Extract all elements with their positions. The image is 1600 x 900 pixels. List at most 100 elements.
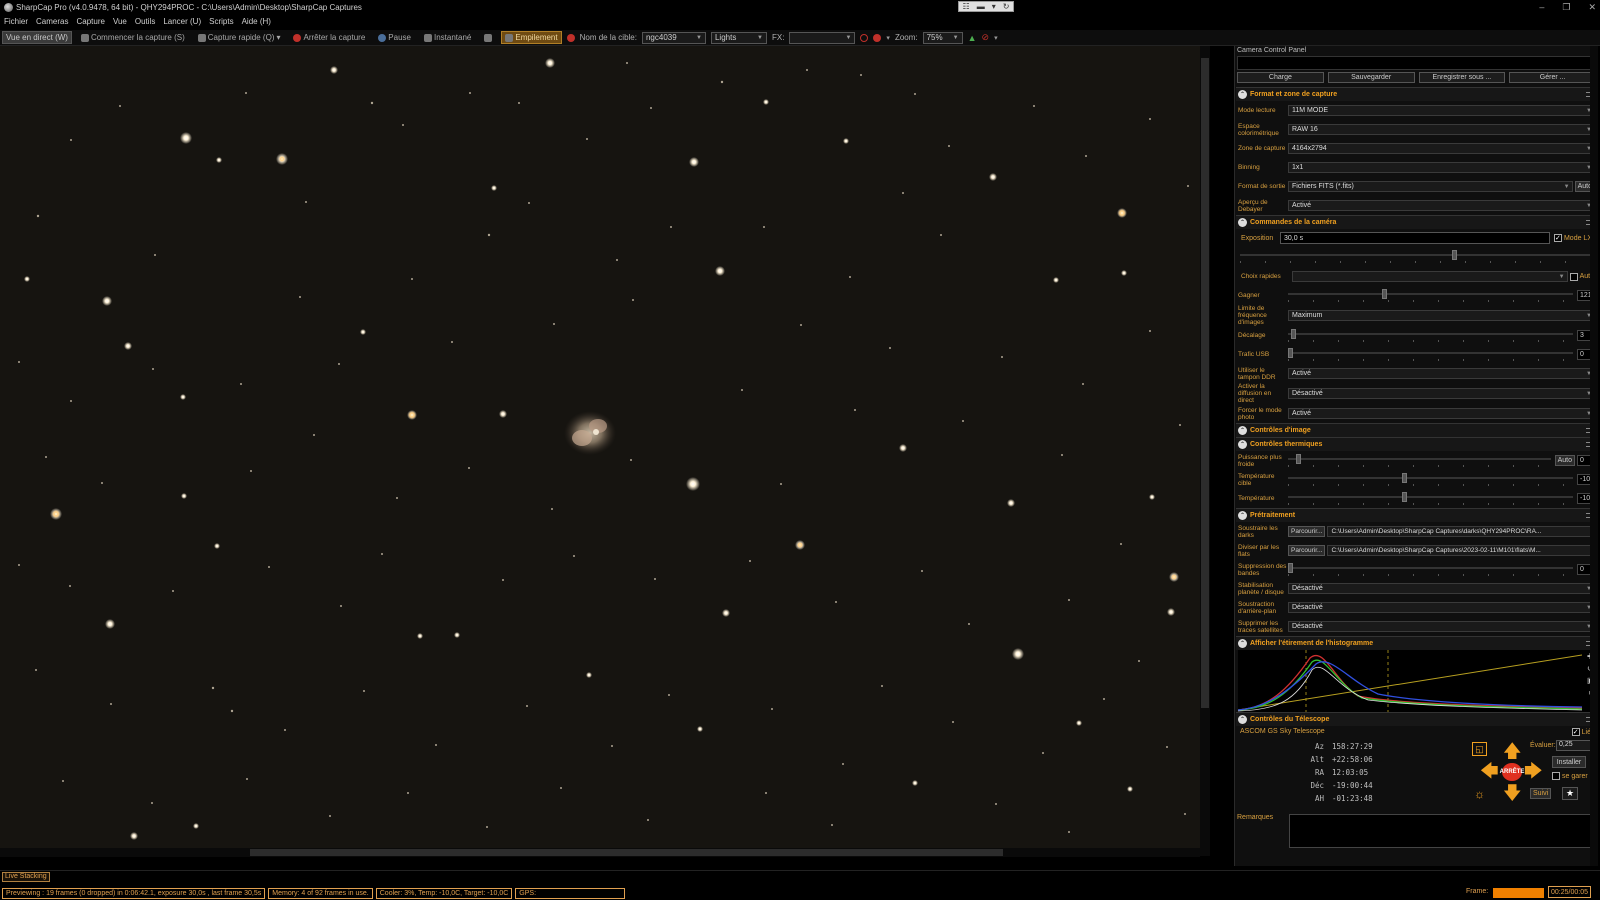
capture-area-select[interactable]: 4164x2794▼ bbox=[1288, 143, 1595, 154]
linked-checkbox[interactable]: ✓ bbox=[1571, 728, 1580, 736]
histogram-graph[interactable]: ✚ ↺ ▣ ◑ bbox=[1237, 650, 1595, 712]
live-view-button[interactable]: Vue en direct (W) bbox=[2, 31, 72, 44]
stop-capture-button[interactable]: Arrêter la capture bbox=[289, 31, 369, 44]
viewer-vertical-scroll-thumb[interactable] bbox=[1201, 58, 1209, 708]
menu-fichier[interactable]: Fichier bbox=[4, 17, 28, 26]
lx-mode-checkbox[interactable]: ✓ bbox=[1553, 234, 1562, 242]
rate-select[interactable]: 0,25 bbox=[1556, 740, 1592, 751]
load-profile-button[interactable]: Charge bbox=[1237, 72, 1324, 83]
readout-mode-select[interactable]: 11M MODE▼ bbox=[1288, 105, 1595, 116]
banding-suppression-slider[interactable] bbox=[1288, 562, 1573, 577]
chevron-down-icon[interactable]: ▾ bbox=[886, 34, 890, 42]
menu-aide[interactable]: Aide (H) bbox=[242, 17, 271, 26]
cooler-power-slider[interactable] bbox=[1288, 453, 1551, 468]
target-box-icon[interactable]: ◱ bbox=[1472, 742, 1487, 756]
chevron-down-icon[interactable]: ▾ bbox=[994, 34, 998, 42]
panel-scrollbar[interactable] bbox=[1590, 46, 1598, 866]
slew-west-button[interactable]: 🡄 bbox=[1480, 762, 1499, 780]
minus-icon[interactable]: ▬ bbox=[977, 2, 985, 11]
manage-profiles-button[interactable]: Gérer ... bbox=[1509, 72, 1596, 83]
collapse-icon[interactable]: ⌃ bbox=[1238, 218, 1247, 227]
setup-button[interactable]: Installer bbox=[1552, 756, 1586, 768]
pause-button[interactable]: Pause bbox=[374, 31, 415, 44]
collapse-icon[interactable]: ⌃ bbox=[1238, 511, 1247, 520]
flats-path-select[interactable]: C:\Users\Admin\Desktop\SharpCap Captures… bbox=[1327, 545, 1595, 556]
output-format-select[interactable]: Fichiers FITS (*.fits) ▼ bbox=[1288, 181, 1573, 192]
cooler-auto-button[interactable]: Auto bbox=[1554, 455, 1575, 466]
live-streaming-select[interactable]: Désactivé▼ bbox=[1288, 388, 1595, 399]
camera-controls-header[interactable]: ⌃ Commandes de la caméra bbox=[1236, 215, 1597, 229]
menu-cameras[interactable]: Cameras bbox=[36, 17, 68, 26]
preprocessing-header[interactable]: ⌃ Prétraitement bbox=[1236, 508, 1597, 522]
browse-darks-button[interactable]: Parcourir... bbox=[1288, 526, 1326, 537]
grid-icon[interactable]: ☷ bbox=[963, 2, 970, 11]
frame-type-select[interactable]: Lights ▼ bbox=[710, 31, 767, 44]
tracking-button[interactable]: Suivi bbox=[1530, 788, 1552, 799]
viewer-horizontal-scroll-thumb[interactable] bbox=[250, 849, 1003, 856]
star-icon[interactable]: ★ bbox=[1562, 787, 1578, 800]
menu-outils[interactable]: Outils bbox=[135, 17, 155, 26]
slew-north-button[interactable]: 🡅 bbox=[1503, 742, 1522, 760]
ddr-buffer-select[interactable]: Activé▼ bbox=[1288, 368, 1595, 379]
histogram-header[interactable]: ⌃ Afficher l'étirement de l'histogramme bbox=[1236, 636, 1597, 650]
quick-picks-auto-checkbox[interactable] bbox=[1569, 272, 1578, 281]
live-stacking-tab[interactable]: Live Stacking bbox=[2, 872, 50, 882]
target-name-combo[interactable]: ngc4039 ▼ bbox=[641, 31, 706, 44]
format-section-header[interactable]: ⌃ Format et zone de capture bbox=[1236, 87, 1597, 101]
exposure-slider[interactable] bbox=[1240, 250, 1593, 264]
image-controls-header[interactable]: ⌃ Contrôles d'image bbox=[1236, 423, 1597, 437]
slew-south-button[interactable]: 🡇 bbox=[1503, 784, 1522, 802]
window-layout-control[interactable]: ☷ ▬ ▾ ↻ bbox=[958, 1, 1014, 12]
stabilization-select[interactable]: Désactivé▼ bbox=[1288, 583, 1595, 594]
snapshot-button[interactable]: Instantané bbox=[420, 31, 475, 44]
start-capture-button[interactable]: Commencer la capture (S) bbox=[77, 31, 189, 44]
remarks-textarea[interactable] bbox=[1289, 814, 1592, 848]
options-button[interactable] bbox=[480, 31, 496, 44]
save-profile-button[interactable]: Sauvegarder bbox=[1327, 72, 1415, 83]
save-as-profile-button[interactable]: Enregistrer sous ... bbox=[1418, 72, 1506, 83]
menu-scripts[interactable]: Scripts bbox=[209, 17, 233, 26]
offset-slider[interactable] bbox=[1288, 328, 1573, 343]
thermal-controls-header[interactable]: ⌃ Contrôles thermiques bbox=[1236, 437, 1597, 451]
stacking-button[interactable]: Empilement bbox=[501, 31, 562, 44]
target-temperature-slider[interactable] bbox=[1288, 472, 1573, 487]
satellite-removal-select[interactable]: Désactivé▼ bbox=[1288, 621, 1595, 632]
collapse-icon[interactable]: ⌃ bbox=[1238, 90, 1247, 99]
menu-capture[interactable]: Capture bbox=[76, 17, 104, 26]
menu-vue[interactable]: Vue bbox=[113, 17, 127, 26]
binning-select[interactable]: 1x1▼ bbox=[1288, 162, 1595, 173]
sun-icon[interactable]: ☼ bbox=[1472, 787, 1487, 801]
quick-picks-select[interactable]: ▼ bbox=[1292, 271, 1568, 282]
reticle-icon[interactable] bbox=[860, 33, 869, 42]
park-checkbox[interactable] bbox=[1552, 772, 1560, 780]
usb-traffic-slider[interactable] bbox=[1288, 347, 1573, 362]
chevron-down-icon[interactable]: ▾ bbox=[992, 2, 996, 11]
close-icon[interactable]: ✕ bbox=[1588, 0, 1596, 14]
force-photo-mode-select[interactable]: Activé▼ bbox=[1288, 408, 1595, 419]
telescope-header[interactable]: ⌃ Contrôles du Télescope bbox=[1236, 712, 1597, 726]
stop-slew-button[interactable]: ARRÊTE bbox=[1500, 763, 1524, 781]
frame-rate-limit-select[interactable]: Maximum▼ bbox=[1288, 310, 1595, 321]
collapse-icon[interactable]: ⌃ bbox=[1238, 426, 1247, 435]
collapse-icon[interactable]: ⌃ bbox=[1238, 639, 1247, 648]
quick-capture-button[interactable]: Capture rapide (Q) ▾ bbox=[194, 31, 285, 44]
collapse-icon[interactable]: ⌃ bbox=[1238, 440, 1247, 449]
background-subtraction-select[interactable]: Désactivé▼ bbox=[1288, 602, 1595, 613]
fx-select[interactable]: ▼ bbox=[789, 31, 856, 44]
profile-select[interactable] bbox=[1237, 56, 1596, 70]
exposure-input[interactable]: 30,0 s bbox=[1280, 232, 1550, 244]
restore-icon[interactable]: ❐ bbox=[1562, 0, 1570, 14]
zoom-select[interactable]: 75% ▼ bbox=[922, 31, 963, 44]
gain-slider[interactable] bbox=[1288, 288, 1573, 303]
refresh-icon[interactable]: ↻ bbox=[1003, 2, 1010, 11]
darks-path-select[interactable]: C:\Users\Admin\Desktop\SharpCap Captures… bbox=[1327, 526, 1595, 537]
magnifier-icon[interactable]: ⊘ bbox=[982, 32, 990, 43]
histogram-icon[interactable]: ▲ bbox=[968, 33, 977, 43]
menu-lancer[interactable]: Lancer (U) bbox=[163, 17, 201, 26]
crosshair-icon[interactable] bbox=[873, 33, 882, 42]
browse-flats-button[interactable]: Parcourir... bbox=[1288, 545, 1326, 556]
image-viewer[interactable] bbox=[0, 46, 1200, 848]
slew-east-button[interactable]: 🡆 bbox=[1524, 762, 1543, 780]
debayer-preview-select[interactable]: Activé▼ bbox=[1288, 200, 1595, 211]
colour-space-select[interactable]: RAW 16▼ bbox=[1288, 124, 1595, 135]
